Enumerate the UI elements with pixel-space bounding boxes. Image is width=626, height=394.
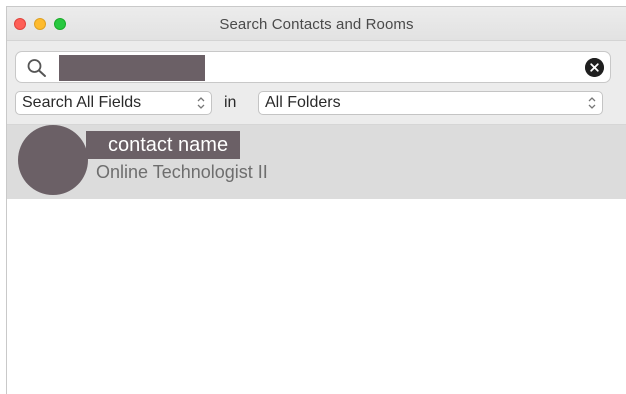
- results-list: contact name Online Technologist II: [7, 125, 626, 394]
- search-toolbar: Search All Fields in All Folders: [7, 41, 626, 125]
- updown-chevron-icon: [197, 97, 205, 109]
- updown-chevron-icon: [588, 97, 596, 109]
- contact-name: contact name: [86, 131, 241, 159]
- search-fields-value: Search All Fields: [22, 94, 142, 111]
- search-input[interactable]: [59, 55, 205, 81]
- clear-circle-icon[interactable]: [585, 58, 604, 77]
- search-contacts-window: Search Contacts and Rooms Search All Fie…: [6, 6, 626, 394]
- search-field[interactable]: [15, 51, 611, 83]
- in-label: in: [224, 94, 237, 111]
- avatar: [18, 125, 88, 195]
- magnifier-icon: [27, 59, 46, 77]
- list-item[interactable]: contact name Online Technologist II: [7, 125, 626, 199]
- folders-value: All Folders: [265, 94, 341, 111]
- contact-job-title: Online Technologist II: [96, 162, 268, 182]
- folders-select[interactable]: All Folders: [258, 91, 603, 115]
- search-fields-select[interactable]: Search All Fields: [15, 91, 212, 115]
- window-title: Search Contacts and Rooms: [219, 16, 414, 33]
- title-bar: Search Contacts and Rooms: [7, 7, 626, 41]
